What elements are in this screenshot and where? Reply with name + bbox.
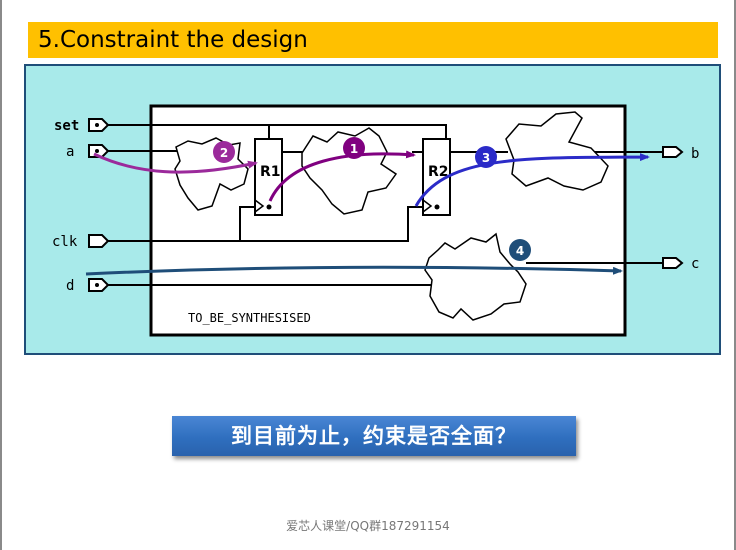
slide-title: 5.Constraint the design — [28, 22, 718, 58]
port-label-clk: clk — [52, 234, 78, 250]
register-r1-label: R1 — [260, 164, 281, 180]
port-label-set: set — [54, 118, 79, 134]
input-port-clk: clk — [52, 234, 110, 250]
output-port-b: b — [662, 146, 699, 162]
path-badge-4: 4 — [509, 239, 531, 261]
slide-frame-left — [0, 0, 2, 550]
path-badge-4-number: 4 — [516, 244, 524, 258]
path-badge-1-number: 1 — [350, 142, 358, 156]
footer-watermark: 爱芯人课堂/QQ群187291154 — [286, 519, 450, 533]
question-banner: 到目前为止，约束是否全面？ — [172, 416, 576, 456]
port-label-b: b — [691, 146, 699, 162]
path-badge-3-number: 3 — [482, 151, 490, 165]
circuit-diagram: TO_BE_SYNTHESISED R1 R2 set a clk d b c … — [52, 104, 699, 337]
register-r1: R1 — [254, 138, 283, 216]
input-port-set: set — [54, 118, 110, 134]
port-label-a: a — [66, 144, 74, 160]
input-port-d: d — [66, 278, 110, 294]
path-badge-2-number: 2 — [220, 146, 228, 160]
diagram-panel: TO_BE_SYNTHESISED R1 R2 set a clk d b c … — [24, 64, 721, 355]
path-badge-3: 3 — [475, 146, 497, 168]
path-badge-1: 1 — [343, 137, 365, 159]
output-port-c: c — [662, 256, 699, 272]
port-label-c: c — [691, 256, 699, 272]
path-badge-2: 2 — [213, 141, 235, 163]
port-label-d: d — [66, 278, 74, 294]
design-block-label: TO_BE_SYNTHESISED — [188, 311, 311, 325]
